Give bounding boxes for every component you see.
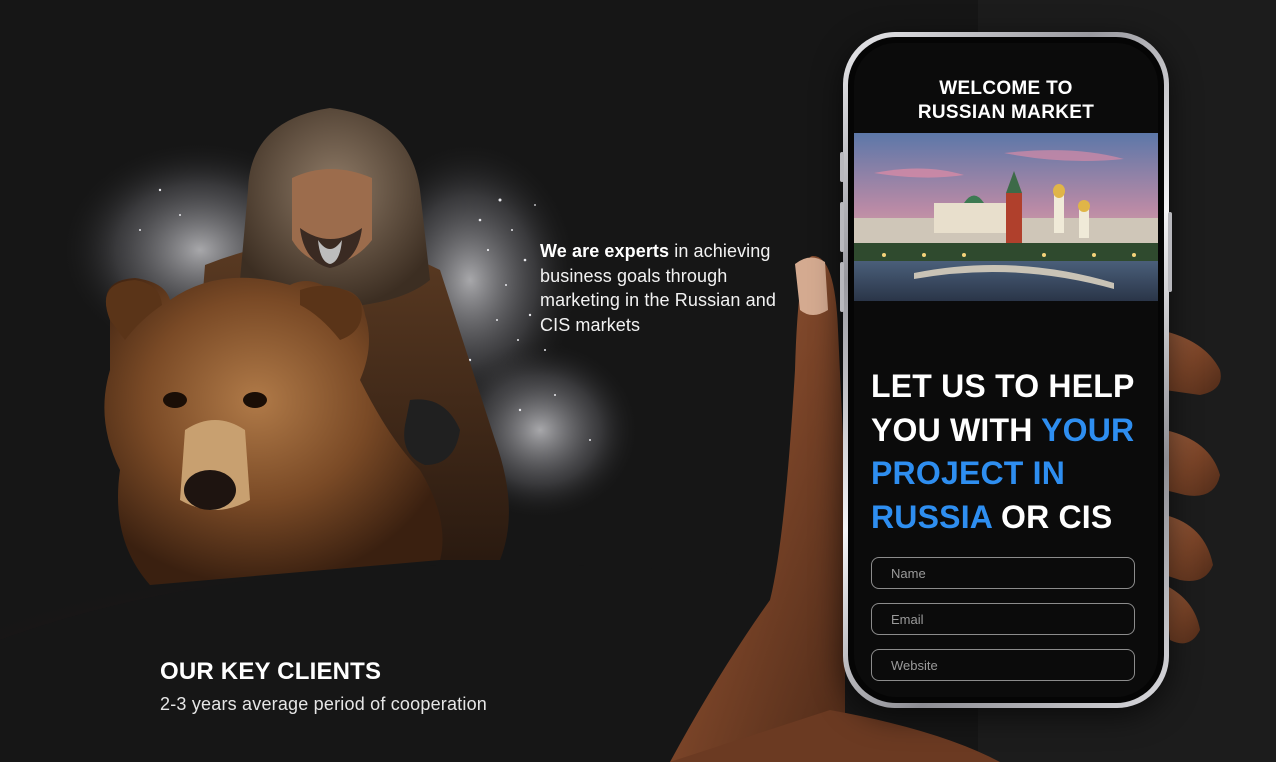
phone-header-line2: RUSSIAN MARKET	[917, 102, 1095, 123]
headline-part-2: OR CIS	[991, 498, 1113, 535]
phone-mute-button	[840, 152, 844, 182]
phone-mockup: WELCOME TO RUSSIAN MARKET LET US TO HELP…	[840, 32, 1172, 708]
bear-eye-left	[163, 392, 187, 408]
kremlin-photo	[854, 133, 1158, 301]
phone-screen: WELCOME TO RUSSIAN MARKET LET US TO HELP…	[854, 43, 1158, 697]
phone-volume-down-button	[840, 262, 844, 312]
email-field[interactable]	[871, 603, 1135, 635]
phone-header-line1: WELCOME TO	[939, 78, 1073, 99]
bear-nose	[184, 470, 236, 510]
clients-title: OUR KEY CLIENTS	[160, 658, 382, 685]
website-field[interactable]	[871, 649, 1135, 681]
phone-volume-up-button	[840, 202, 844, 252]
finger-3	[1165, 515, 1213, 581]
phone-header: WELCOME TO RUSSIAN MARKET	[854, 77, 1158, 125]
landing-page: We are experts in achieving business goa…	[0, 0, 1276, 762]
phone-headline: LET US TO HELP YOU WITH YOUR PROJECT IN …	[871, 365, 1156, 539]
bear-eye-right	[243, 392, 267, 408]
clients-subtitle: 2-3 years average period of cooperation	[160, 694, 488, 714]
name-field[interactable]	[871, 557, 1135, 589]
phone-power-button	[1168, 212, 1172, 292]
thumbnail	[795, 257, 828, 315]
hero-intro-strong: We are experts	[540, 241, 670, 261]
finger-4	[1165, 585, 1200, 644]
clients-section: OUR KEY CLIENTS 2-3 years average period…	[160, 658, 487, 715]
finger-1	[1160, 330, 1221, 395]
finger-2	[1165, 430, 1220, 496]
thumb	[670, 255, 845, 762]
